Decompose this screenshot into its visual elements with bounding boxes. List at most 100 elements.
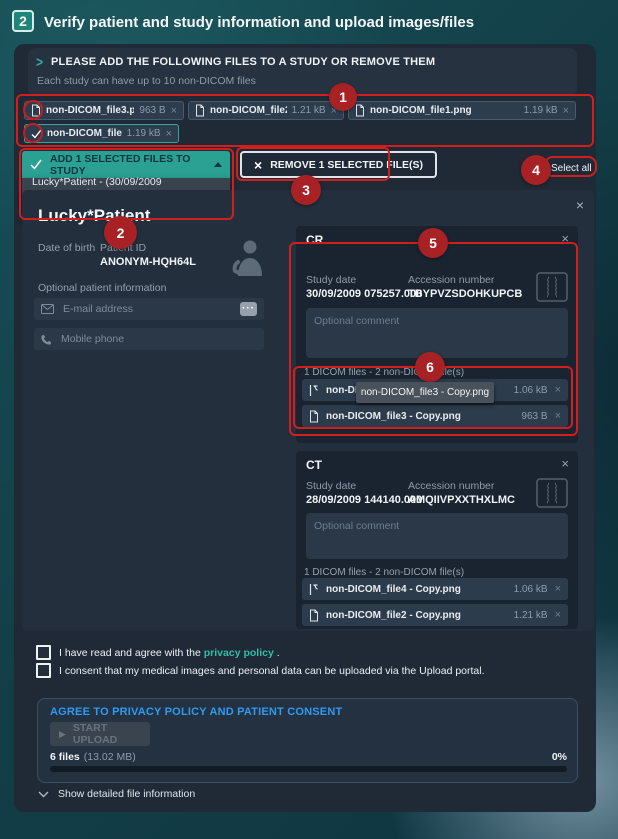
page-title: Verify patient and study information and… bbox=[44, 14, 474, 31]
file-chip-name: non-DICOM_file1.png bbox=[370, 105, 519, 116]
close-icon[interactable]: × bbox=[331, 105, 337, 117]
add-to-study-label: ADD 1 SELECTED FILES TO STUDY bbox=[50, 153, 206, 177]
close-icon[interactable]: × bbox=[171, 105, 177, 117]
comment-box[interactable] bbox=[306, 308, 568, 358]
study-modality: CR bbox=[306, 233, 323, 247]
phone-field[interactable] bbox=[34, 328, 264, 350]
study-file-size: 1.06 kB bbox=[514, 584, 548, 595]
close-icon[interactable]: × bbox=[555, 410, 561, 422]
close-icon[interactable]: × bbox=[166, 128, 172, 140]
accession-value: AMQIIVPXXTHXLMC bbox=[408, 494, 515, 506]
file-signature-icon bbox=[309, 583, 319, 596]
file-chip-name: non-DICOM_file1 - Copy.png bbox=[47, 128, 122, 139]
start-upload-button[interactable]: ▶ START UPLOAD bbox=[50, 722, 150, 746]
comment-box[interactable] bbox=[306, 513, 568, 559]
consent-checkbox[interactable] bbox=[36, 663, 51, 678]
upload-portal-screen: 2 Verify patient and study information a… bbox=[0, 0, 618, 839]
study-card-ct: CT × Study date 28/09/2009 144140.000 Ac… bbox=[296, 451, 578, 629]
check-icon bbox=[30, 159, 42, 170]
email-input[interactable] bbox=[61, 302, 233, 316]
main-panel: > PLEASE ADD THE FOLLOWING FILES TO A ST… bbox=[14, 44, 596, 812]
upload-summary: 6 files (13.02 MB) 0% bbox=[50, 751, 567, 763]
study-file-name: non-DICOM_file4 - Copy.png bbox=[326, 584, 507, 595]
file-tooltip: non-DICOM_file3 - Copy.png bbox=[356, 382, 494, 403]
close-icon[interactable]: × bbox=[576, 198, 584, 212]
study-card-cr: CR × Study date 30/09/2009 075257.000 Ac… bbox=[296, 226, 578, 443]
file-chip-name: non-DICOM_file3.png bbox=[46, 105, 134, 116]
patient-id-value: ANONYM-HQH64L bbox=[100, 256, 196, 268]
remove-selected-button[interactable]: × REMOVE 1 SELECTED FILE(S) bbox=[240, 151, 437, 178]
file-chip[interactable]: non-DICOM_file1.png 1.19 kB × bbox=[348, 101, 576, 120]
file-chip-row-2: non-DICOM_file1 - Copy.png 1.19 kB × bbox=[24, 124, 179, 143]
caret-up-icon bbox=[214, 162, 222, 167]
patient-panel: × Lucky*Patient Date of birth Patient ID… bbox=[22, 190, 594, 631]
study-files-label: 1 DICOM files - 2 non-DICOM file(s) bbox=[304, 367, 464, 378]
email-field[interactable]: ··· bbox=[34, 298, 264, 320]
file-signature-icon bbox=[309, 384, 319, 397]
upload-consent-panel: AGREE TO PRIVACY POLICY AND PATIENT CONS… bbox=[37, 698, 578, 783]
consent-checkbox-row: I consent that my medical images and per… bbox=[36, 663, 485, 678]
chevron-down-icon bbox=[38, 791, 49, 798]
patient-avatar-icon bbox=[228, 238, 268, 276]
file-chip-size: 1.19 kB bbox=[524, 105, 558, 116]
close-icon[interactable]: × bbox=[563, 105, 569, 117]
email-icon bbox=[41, 304, 54, 314]
agree-title: AGREE TO PRIVACY POLICY AND PATIENT CONS… bbox=[50, 706, 342, 718]
study-file-name: non-DICOM_file3 - Copy.png bbox=[326, 411, 514, 422]
remove-selected-label: REMOVE 1 SELECTED FILE(S) bbox=[270, 159, 423, 171]
files-count: 6 files bbox=[50, 751, 80, 763]
files-section-subtitle: Each study can have up to 10 non-DICOM f… bbox=[28, 69, 577, 87]
file-icon bbox=[309, 410, 319, 423]
accession-label: Accession number bbox=[408, 274, 494, 286]
study-date-value: 28/09/2009 144140.000 bbox=[306, 494, 422, 506]
close-icon[interactable]: × bbox=[555, 609, 561, 621]
close-icon[interactable]: × bbox=[561, 457, 569, 470]
progress-percent: 0% bbox=[552, 751, 567, 763]
accession-value: TBYPVZSDOHKUPCB bbox=[408, 288, 522, 300]
file-chip-selected[interactable]: non-DICOM_file1 - Copy.png 1.19 kB × bbox=[24, 124, 179, 143]
step-number: 2 bbox=[19, 13, 27, 29]
study-modality: CT bbox=[306, 458, 322, 472]
patient-name: Lucky*Patient bbox=[38, 206, 150, 226]
file-icon bbox=[195, 104, 205, 117]
study-file-row[interactable]: non-DICOM_file4 - Copy.png 1.06 kB × bbox=[302, 578, 568, 600]
chevron-right-icon[interactable]: > bbox=[36, 54, 43, 71]
patient-id-label: Patient ID bbox=[100, 242, 146, 254]
close-icon[interactable]: × bbox=[555, 583, 561, 595]
file-chip-size: 963 B bbox=[139, 105, 165, 116]
privacy-policy-link[interactable]: privacy policy bbox=[204, 647, 274, 659]
accession-label: Accession number bbox=[408, 480, 494, 492]
files-total-size: (13.02 MB) bbox=[84, 751, 552, 763]
show-details-toggle[interactable]: Show detailed file information bbox=[38, 788, 195, 800]
close-icon[interactable]: × bbox=[555, 384, 561, 396]
optional-info-label: Optional patient information bbox=[38, 282, 166, 294]
upload-progress-bar bbox=[50, 766, 567, 772]
study-file-name: non-DICOM_file2 - Copy.png bbox=[326, 610, 507, 621]
study-thumbnail-icon bbox=[536, 478, 568, 508]
more-options-button[interactable]: ··· bbox=[240, 302, 257, 316]
file-chip[interactable]: non-DICOM_file3.png 963 B × bbox=[24, 101, 184, 120]
study-file-size: 1.06 kB bbox=[514, 385, 548, 396]
file-icon bbox=[31, 104, 41, 117]
study-thumbnail-icon bbox=[536, 272, 568, 302]
step-number-badge: 2 bbox=[12, 10, 34, 32]
file-chip-name: non-DICOM_file2.png bbox=[210, 105, 287, 116]
privacy-checkbox[interactable] bbox=[36, 645, 51, 660]
privacy-checkbox-row: I have read and agree with the privacy p… bbox=[36, 645, 280, 660]
comment-input[interactable] bbox=[306, 308, 568, 358]
remove-x-icon: × bbox=[254, 157, 262, 173]
files-section-title: PLEASE ADD THE FOLLOWING FILES TO A STUD… bbox=[51, 56, 435, 68]
study-files-label: 1 DICOM files - 2 non-DICOM file(s) bbox=[304, 567, 464, 578]
add-to-study-button[interactable]: ADD 1 SELECTED FILES TO STUDY bbox=[22, 151, 230, 178]
study-file-size: 1.21 kB bbox=[514, 610, 548, 621]
study-date-label: Study date bbox=[306, 274, 356, 286]
study-file-row[interactable]: non-DICOM_file3 - Copy.png 963 B × bbox=[302, 405, 568, 427]
select-all-link[interactable]: Select all bbox=[551, 163, 592, 174]
phone-input[interactable] bbox=[59, 332, 257, 346]
file-chip[interactable]: non-DICOM_file2.png 1.21 kB × bbox=[188, 101, 344, 120]
comment-input[interactable] bbox=[306, 513, 568, 559]
close-icon[interactable]: × bbox=[561, 232, 569, 245]
study-file-row[interactable]: non-DICOM_file2 - Copy.png 1.21 kB × bbox=[302, 604, 568, 626]
file-chip-size: 1.21 kB bbox=[292, 105, 326, 116]
file-chip-row-1: non-DICOM_file3.png 963 B × non-DICOM_fi… bbox=[24, 101, 576, 120]
